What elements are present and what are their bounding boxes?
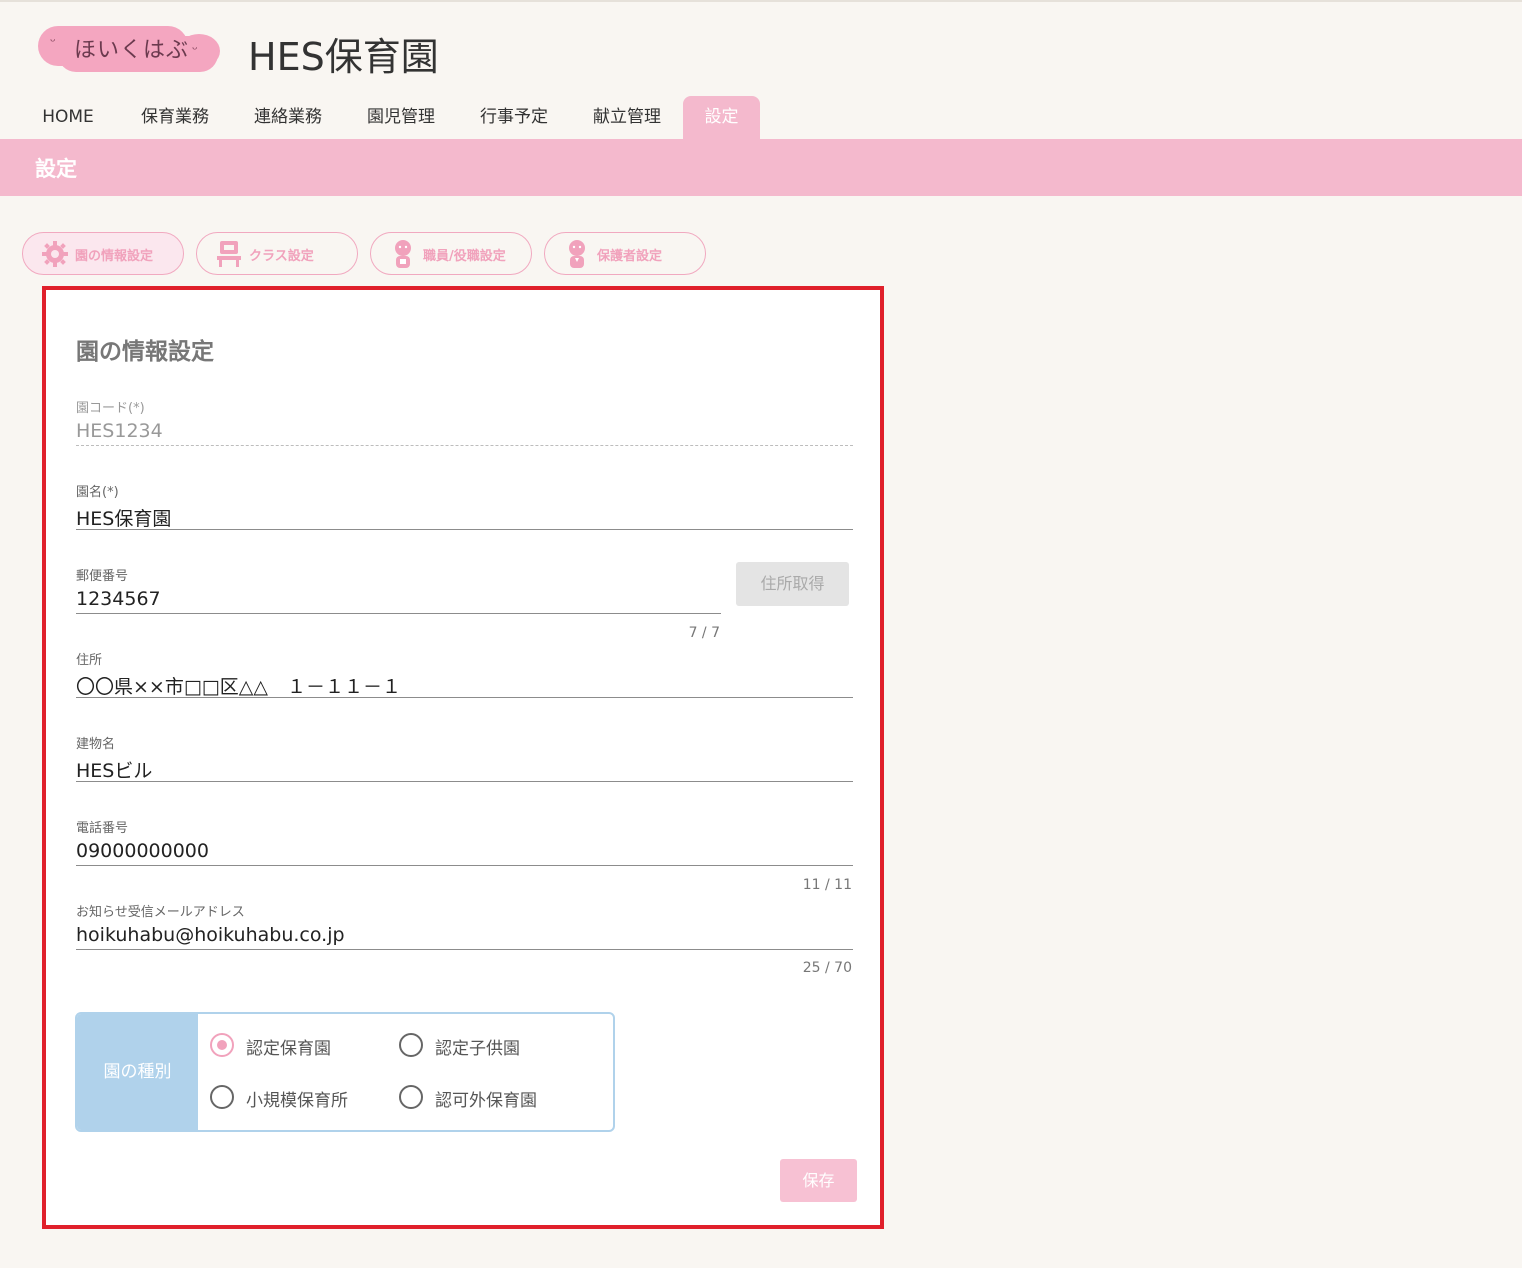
app-title: HES保育園 [248, 35, 439, 79]
building-field[interactable]: 建物名 HESビル [76, 733, 853, 782]
field-underline [76, 865, 853, 866]
field-underline [76, 613, 721, 614]
save-button[interactable]: 保存 [780, 1159, 857, 1202]
radio-circle[interactable] [210, 1085, 234, 1109]
field-underline [76, 697, 853, 698]
subtab-staff[interactable]: 職員/役職設定 [370, 232, 532, 275]
radio-label: 認定子供園 [435, 1039, 520, 1059]
subtab-school-info[interactable]: 園の情報設定 [22, 232, 184, 275]
page-title: 設定 [35, 157, 77, 181]
radio-label: 小規模保育所 [246, 1091, 348, 1111]
phone-input[interactable]: 09000000000 [76, 840, 853, 866]
email-label: お知らせ受信メールアドレス [76, 905, 245, 920]
app-logo[interactable]: ᵕ ᵕ ほいくはぶ [38, 26, 220, 72]
postal-code-label: 郵便番号 [76, 569, 129, 584]
staff-icon [395, 240, 411, 268]
phone-label: 電話番号 [76, 821, 129, 836]
field-underline [76, 445, 853, 446]
email-counter: 25 / 70 [802, 960, 852, 976]
email-field[interactable]: お知らせ受信メールアドレス hoikuhabu@hoikuhabu.co.jp [76, 901, 853, 950]
postal-code-field[interactable]: 郵便番号 1234567 [76, 565, 721, 614]
subtab-label: 保護者設定 [597, 249, 663, 264]
school-name-field[interactable]: 園名(*) HES保育園 [76, 481, 853, 530]
phone-counter: 11 / 11 [802, 877, 852, 893]
nav-menu-management[interactable]: 献立管理 [584, 96, 670, 140]
school-code-field: 園コード(*) HES1234 [76, 397, 853, 446]
school-name-label: 園名(*) [76, 485, 119, 500]
top-border [0, 0, 1522, 2]
gear-icon [42, 241, 68, 267]
form-title: 園の情報設定 [76, 339, 214, 365]
building-input[interactable]: HESビル [76, 756, 853, 782]
classroom-icon [217, 241, 241, 267]
subtab-label: 園の情報設定 [75, 249, 154, 264]
school-code-value: HES1234 [76, 420, 163, 442]
postal-code-counter: 7 / 7 [688, 625, 720, 641]
field-underline [76, 949, 853, 950]
page-title-banner: 設定 [0, 139, 1522, 196]
subtab-label: 職員/役職設定 [423, 249, 506, 264]
postal-code-input[interactable]: 1234567 [76, 588, 721, 614]
school-name-input[interactable]: HES保育園 [76, 504, 853, 530]
school-code-label: 園コード(*) [76, 401, 145, 416]
nav-childcare-work[interactable]: 保育業務 [132, 96, 218, 140]
nav-home[interactable]: HOME [30, 96, 106, 140]
nav-communication[interactable]: 連絡業務 [245, 96, 331, 140]
radio-label: 認定保育園 [246, 1039, 331, 1059]
get-address-button[interactable]: 住所取得 [736, 562, 849, 606]
smile-icon: ᵕ [50, 34, 56, 50]
smile-icon: ᵕ [192, 42, 198, 58]
nav-children-management[interactable]: 園児管理 [358, 96, 444, 140]
radio-circle[interactable] [210, 1033, 234, 1057]
field-underline [76, 529, 853, 530]
radio-label: 認可外保育園 [435, 1091, 537, 1111]
logo-text: ほいくはぶ [74, 38, 190, 63]
main-nav: HOME 保育業務 連絡業務 園児管理 行事予定 献立管理 設定 [0, 96, 1522, 140]
phone-field[interactable]: 電話番号 09000000000 [76, 817, 853, 866]
building-label: 建物名 [76, 737, 116, 752]
nav-settings[interactable]: 設定 [683, 96, 760, 140]
subtab-class[interactable]: クラス設定 [196, 232, 358, 275]
address-label: 住所 [76, 653, 103, 668]
email-input[interactable]: hoikuhabu@hoikuhabu.co.jp [76, 924, 853, 950]
radio-circle[interactable] [399, 1033, 423, 1057]
field-underline [76, 781, 853, 782]
nav-events[interactable]: 行事予定 [471, 96, 557, 140]
guardian-icon [569, 240, 585, 268]
radio-circle[interactable] [399, 1085, 423, 1109]
address-input[interactable]: 〇〇県××市□□区△△ １－１１－１ [76, 672, 853, 698]
school-type-label: 園の種別 [77, 1014, 198, 1130]
subtab-guardian[interactable]: 保護者設定 [544, 232, 706, 275]
school-info-form: 園の情報設定 園コード(*) HES1234 園名(*) HES保育園 郵便番号… [42, 286, 884, 1229]
school-type-group: 園の種別 認定保育園 認定子供園 小規模保育所 認可外保育園 [75, 1012, 615, 1132]
subtab-label: クラス設定 [249, 249, 314, 264]
address-field[interactable]: 住所 〇〇県××市□□区△△ １－１１－１ [76, 649, 853, 698]
